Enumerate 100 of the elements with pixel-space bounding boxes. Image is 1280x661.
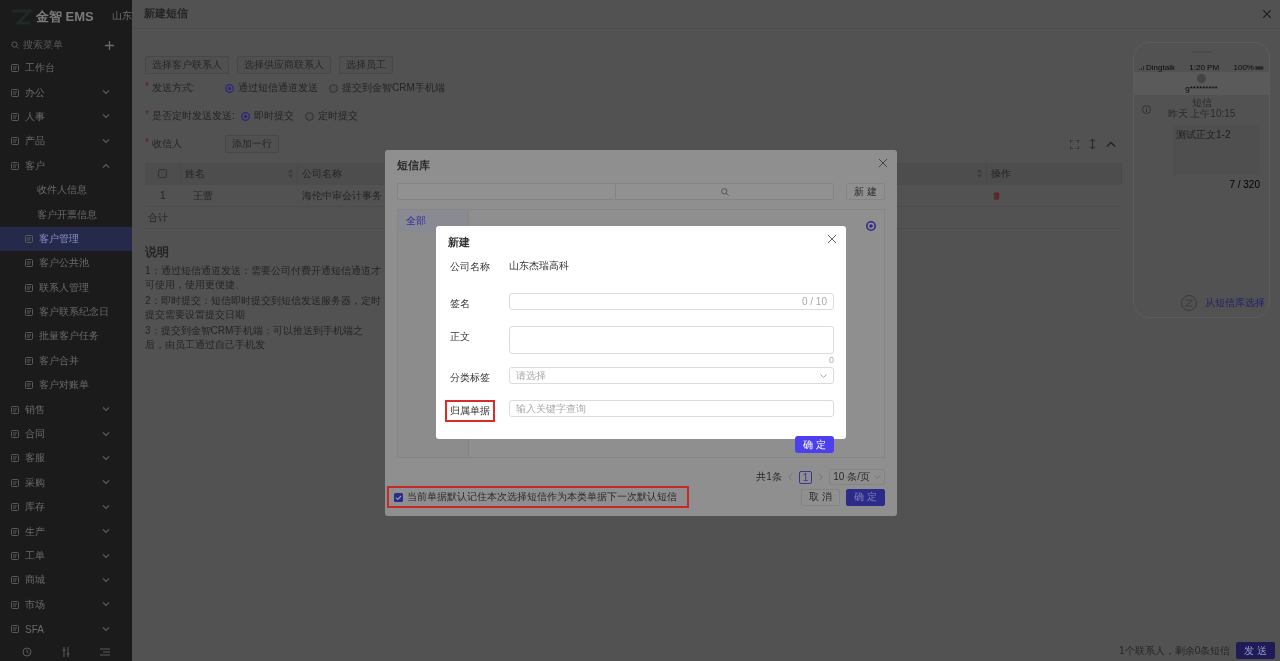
- chevron-icon[interactable]: [102, 163, 110, 169]
- square-icon: [25, 381, 33, 390]
- sidebar-item[interactable]: 商城: [0, 568, 132, 593]
- field-label: 正文: [449, 330, 471, 344]
- sidebar-item[interactable]: 库存: [0, 495, 132, 520]
- list-icon[interactable]: [99, 647, 110, 657]
- chevron-icon[interactable]: [102, 529, 110, 535]
- sidebar-item[interactable]: 产品: [0, 129, 132, 154]
- sidebar-subitem[interactable]: 客户公共池: [0, 251, 132, 276]
- radio-icon[interactable]: [240, 111, 250, 121]
- radio-icon[interactable]: [225, 83, 234, 93]
- square-icon: [11, 503, 19, 512]
- chevron-icon[interactable]: [102, 431, 110, 437]
- required-mark: *: [145, 81, 149, 94]
- chevron-up-icon[interactable]: [1106, 141, 1116, 147]
- close-icon[interactable]: [828, 235, 836, 243]
- field-label: 公司名称: [449, 260, 491, 274]
- sidebar-subitem[interactable]: 客户管理: [0, 226, 132, 252]
- radio-icon[interactable]: [329, 83, 338, 93]
- search-field[interactable]: [397, 183, 835, 200]
- chevron-icon[interactable]: [102, 455, 110, 461]
- signature-field[interactable]: 0 / 10: [509, 293, 834, 310]
- fullscreen-icon[interactable]: [1070, 139, 1079, 149]
- chevron-icon[interactable]: [102, 602, 110, 608]
- battery-icon: [1255, 65, 1264, 70]
- column-height-icon[interactable]: [1089, 139, 1096, 149]
- sidebar-item[interactable]: 生产: [0, 519, 132, 544]
- sidebar-subitem[interactable]: 客户合并: [0, 348, 132, 374]
- sidebar-subitem[interactable]: 收件人信息: [0, 177, 132, 203]
- new-button[interactable]: 新 建: [846, 183, 885, 200]
- square-icon: [11, 161, 19, 170]
- field-label: 归属单据: [445, 400, 495, 422]
- chevron-down-icon: [820, 373, 827, 378]
- sidebar-item[interactable]: 市场: [0, 592, 132, 617]
- chevron-icon[interactable]: [102, 504, 110, 510]
- sidebar-subitem[interactable]: 客户开票信息: [0, 202, 132, 227]
- chevron-icon[interactable]: [102, 114, 110, 120]
- square-icon: [11, 88, 19, 97]
- plus-icon[interactable]: [105, 40, 114, 50]
- chevron-icon[interactable]: [102, 626, 110, 632]
- square-icon: [11, 576, 19, 585]
- sidebar-item[interactable]: 办公: [0, 80, 132, 105]
- clock-text: 1:20 PM: [1189, 63, 1220, 72]
- char-counter: 7 / 320: [1228, 179, 1260, 190]
- square-icon: [11, 552, 19, 560]
- square-icon: [25, 259, 33, 268]
- checkbox-icon[interactable]: [394, 492, 403, 502]
- square-icon: [11, 64, 19, 73]
- sidebar-subitem[interactable]: 批量客户任务: [0, 324, 132, 349]
- square-icon: [11, 527, 19, 536]
- confirm-button[interactable]: 确 定: [846, 488, 885, 506]
- company-name: 山东: [112, 9, 132, 23]
- document-search-field[interactable]: 输入关键字查询: [509, 400, 834, 417]
- square-icon: [25, 283, 33, 292]
- square-icon: [25, 332, 33, 341]
- field-label: 分类标签: [449, 371, 491, 385]
- sidebar-item[interactable]: 客服: [0, 446, 132, 471]
- sidebar-item[interactable]: SFA: [0, 617, 132, 642]
- history-icon[interactable]: [22, 647, 33, 657]
- page-number[interactable]: 1: [798, 470, 813, 484]
- sidebar-item[interactable]: 合同: [0, 421, 132, 447]
- sidebar-subitem[interactable]: 客户联系纪念日: [0, 299, 132, 325]
- square-icon: [11, 454, 19, 463]
- chevron-icon[interactable]: [102, 553, 110, 559]
- checkbox-icon[interactable]: [158, 169, 167, 178]
- char-counter: 0: [828, 354, 834, 367]
- page-size-select[interactable]: 10 条/页: [829, 469, 885, 485]
- radio-icon[interactable]: [304, 111, 314, 121]
- chevron-icon[interactable]: [102, 138, 110, 144]
- sidebar-item[interactable]: 采购: [0, 470, 132, 496]
- sidebar-item[interactable]: 工单: [0, 543, 132, 569]
- close-icon[interactable]: [879, 159, 887, 167]
- body-text-field[interactable]: [509, 326, 834, 354]
- send-button[interactable]: 发 送: [1236, 642, 1275, 659]
- info-icon[interactable]: [1142, 105, 1151, 114]
- square-icon: [11, 478, 19, 487]
- sidebar-item[interactable]: 工作台: [0, 56, 132, 81]
- confirm-button[interactable]: 确 定: [795, 436, 834, 453]
- cancel-button[interactable]: 取 消: [801, 488, 841, 506]
- sidebar-item[interactable]: 客户: [0, 153, 132, 178]
- chevron-icon[interactable]: [102, 407, 110, 413]
- square-icon: [11, 430, 19, 439]
- sliders-icon[interactable]: [61, 647, 71, 657]
- radio-icon[interactable]: [866, 221, 876, 231]
- square-icon: [11, 625, 19, 634]
- category-select[interactable]: 请选择: [509, 367, 834, 384]
- logo-text: 金智 EMS: [36, 8, 94, 26]
- field-label: 签名: [449, 297, 471, 311]
- chevron-icon[interactable]: [102, 577, 110, 583]
- sidebar-item[interactable]: 销售: [0, 397, 132, 422]
- field-value: 山东杰瑞高科: [509, 259, 570, 273]
- sidebar-subitem[interactable]: 联系人管理: [0, 275, 132, 300]
- sidebar-subitem[interactable]: 客户对账单: [0, 373, 132, 398]
- chevron-icon[interactable]: [102, 480, 110, 486]
- trash-icon[interactable]: [992, 191, 1000, 200]
- chevron-icon[interactable]: [102, 90, 110, 96]
- search-icon[interactable]: [720, 187, 729, 196]
- sidebar-item[interactable]: 人事: [0, 104, 132, 130]
- search-icon: [11, 41, 19, 49]
- dialog-title: 短信库: [397, 159, 430, 173]
